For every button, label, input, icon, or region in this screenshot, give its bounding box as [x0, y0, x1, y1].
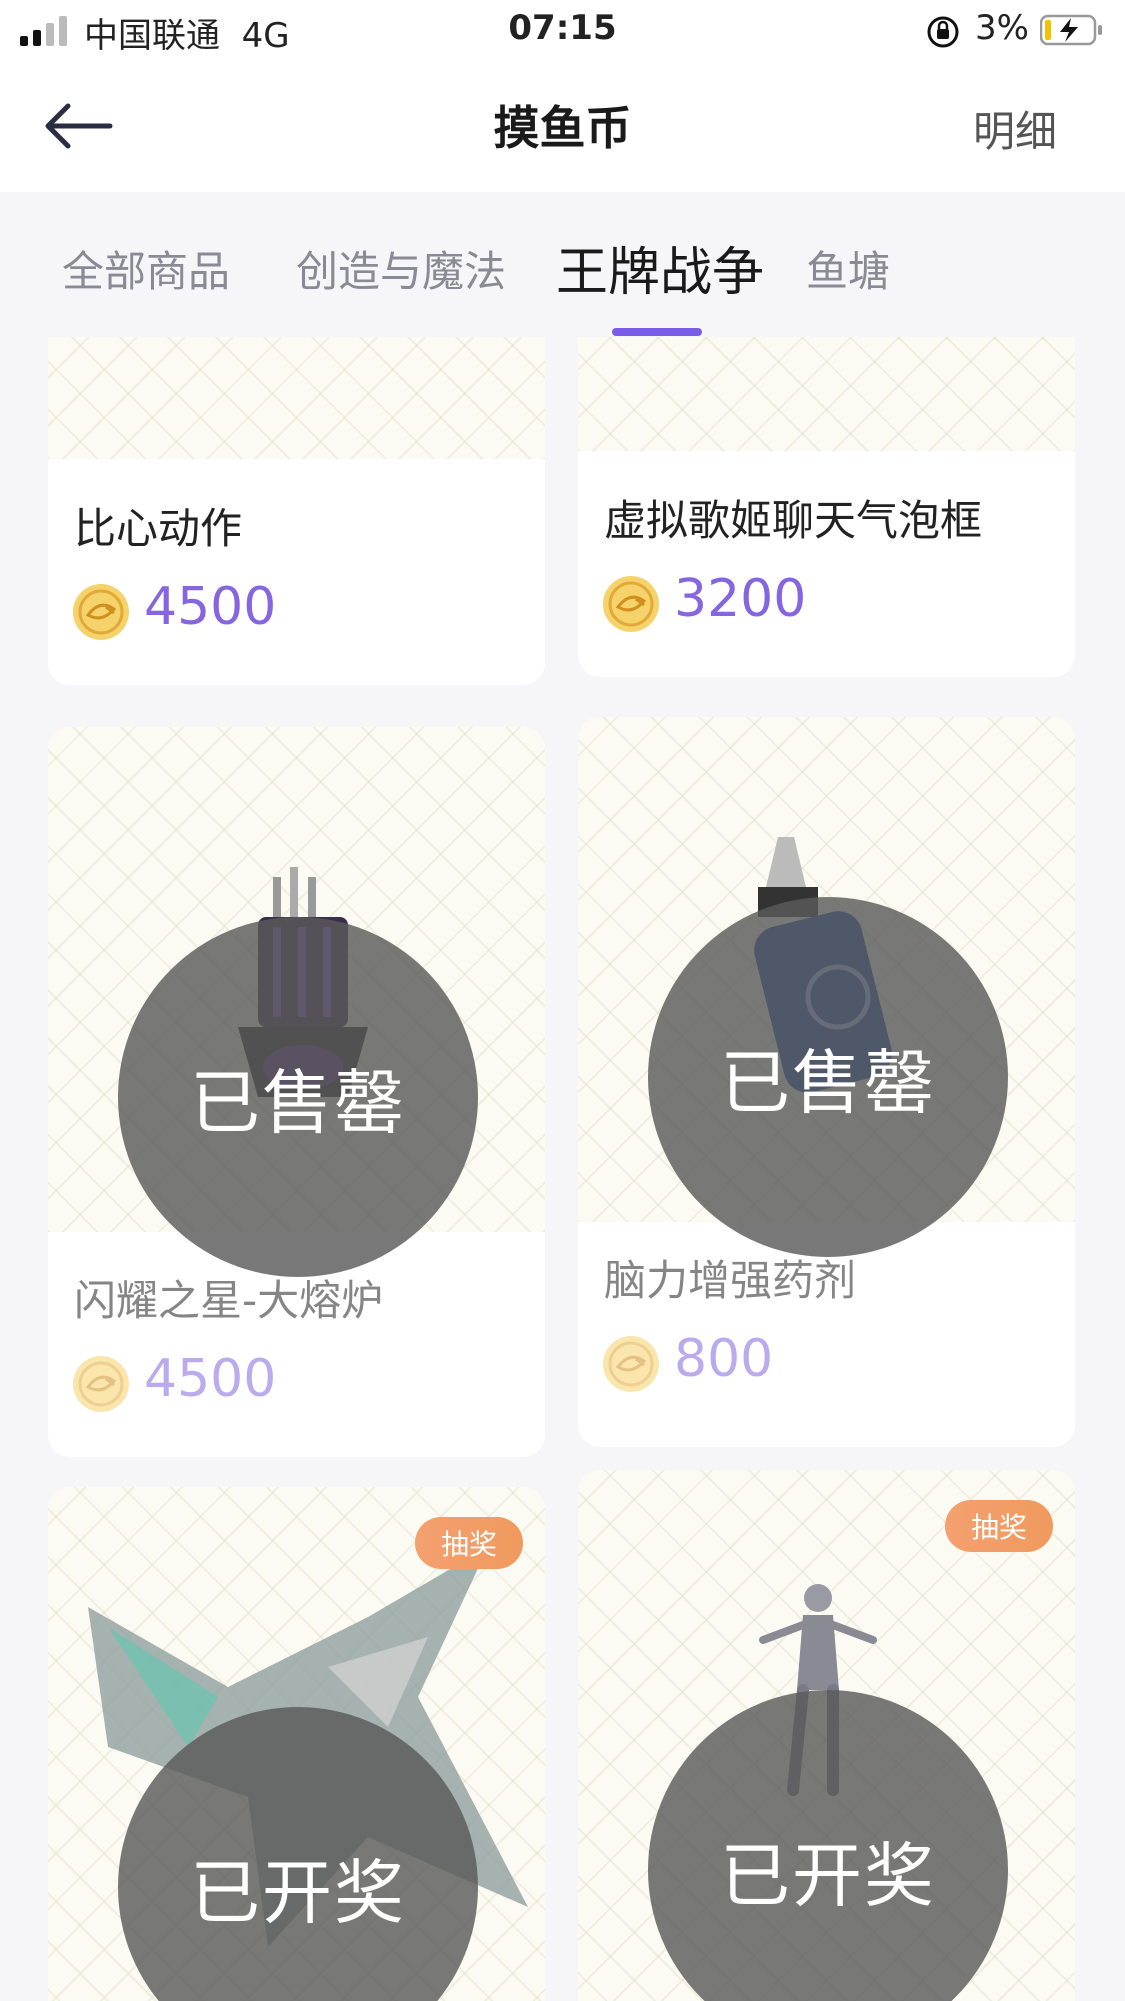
product-image	[48, 337, 545, 459]
product-card[interactable]: 已售罄 闪耀之星-大熔炉 4500	[48, 727, 545, 1457]
active-tab-indicator	[612, 328, 702, 336]
tab-ace-war[interactable]: 王牌战争	[556, 230, 764, 305]
category-tabs: 全部商品 创造与魔法 王牌战争 鱼塘	[0, 192, 1125, 337]
product-name: 闪耀之星-大熔炉	[74, 1276, 384, 1325]
tab-creation-magic[interactable]: 创造与魔法	[296, 238, 506, 299]
page-title: 摸鱼币	[493, 101, 632, 155]
tab-all-products[interactable]: 全部商品	[62, 238, 230, 299]
product-card[interactable]: 抽奖 已开奖	[48, 1487, 545, 2001]
nav-bar: 摸鱼币 明细	[0, 62, 1125, 192]
product-price: 4500	[144, 577, 277, 637]
product-name: 脑力增强药剂	[604, 1256, 857, 1305]
detail-link[interactable]: 明细	[973, 98, 1057, 159]
battery-percent: 3%	[975, 8, 1029, 48]
rotation-lock-icon	[927, 16, 959, 48]
top-area: 中国联通 4G 07:15 3% 摸鱼币 明细	[0, 0, 1125, 192]
product-image	[578, 337, 1075, 451]
product-price: 3200	[674, 569, 807, 629]
product-price: 800	[674, 1329, 774, 1389]
product-card[interactable]: 比心动作 4500	[48, 337, 545, 685]
tab-fish-pond[interactable]: 鱼塘	[806, 238, 890, 299]
fish-coin-icon	[603, 1336, 659, 1392]
product-card[interactable]: 已售罄 脑力增强药剂 800	[578, 717, 1075, 1447]
product-price: 4500	[144, 1349, 277, 1409]
sold-out-overlay: 已售罄	[648, 897, 1008, 1257]
product-name: 虚拟歌姬聊天气泡框	[604, 496, 983, 545]
product-card[interactable]: 虚拟歌姬聊天气泡框 3200	[578, 337, 1075, 677]
battery-icon	[1040, 14, 1102, 46]
fish-coin-icon	[603, 576, 659, 632]
fish-coin-icon	[73, 584, 129, 640]
product-name: 比心动作	[74, 504, 243, 553]
sold-out-overlay: 已售罄	[118, 917, 478, 1277]
status-bar: 中国联通 4G 07:15 3%	[0, 0, 1125, 62]
lottery-badge: 抽奖	[414, 1517, 523, 1569]
lottery-badge: 抽奖	[944, 1500, 1053, 1552]
product-card[interactable]: 抽奖 已开奖	[578, 1470, 1075, 2001]
product-grid: 比心动作 4500 虚拟歌姬聊天气泡框 3200 已售罄 闪耀之星-大熔炉 45…	[0, 337, 1125, 2001]
fish-coin-icon	[73, 1356, 129, 1412]
